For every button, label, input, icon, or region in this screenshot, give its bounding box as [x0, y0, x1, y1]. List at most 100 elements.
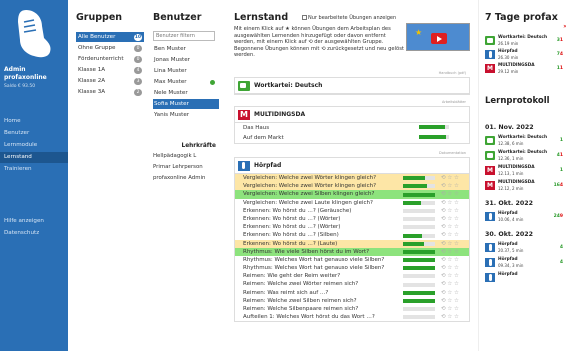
- user-filter-input[interactable]: [153, 31, 215, 41]
- exercise-actions[interactable]: ⟲ ☆ ☆: [441, 240, 459, 248]
- group-item[interactable]: Klasse 2A 3: [76, 76, 144, 86]
- exercise-row[interactable]: Reimen: Welche zwei Wörter reimen sich? ⟲…: [235, 280, 469, 288]
- exercise-actions[interactable]: ⟲ ☆ ☆: [441, 223, 459, 231]
- section-note-link[interactable]: Arbeitsblätter: [442, 100, 466, 104]
- entry-detail: 12.13, 1 min: [498, 170, 524, 176]
- progress-bar: [403, 249, 435, 254]
- user-item[interactable]: Yanis Muster: [153, 110, 219, 120]
- only-edited-checkbox[interactable]: Nur bearbeitete Übungen anzeigen: [302, 15, 396, 21]
- sidebar-item-hilfe[interactable]: Hilfe anzeigen: [0, 216, 68, 227]
- exercise-row[interactable]: Das Haus: [235, 123, 469, 133]
- exercise-actions[interactable]: ⟲ ☆ ☆: [441, 264, 459, 272]
- sidebar-item-benutzer[interactable]: Benutzer: [0, 128, 68, 139]
- sidebar-item-trainieren[interactable]: Trainieren: [0, 164, 68, 175]
- intro-video-thumbnail[interactable]: ★: [406, 23, 470, 51]
- protocol-entry[interactable]: Hörpfad 10.06, 4 min 249: [485, 211, 565, 226]
- exercise-row[interactable]: Vergleichen: Welche zwei Silben klingen …: [235, 190, 469, 199]
- exercise-row[interactable]: Rhythmus: Welches Wort hat genauso viele…: [235, 264, 469, 272]
- exercise-actions[interactable]: ⟲ ☆ ☆: [441, 248, 459, 256]
- exercise-actions[interactable]: ⟲ ☆ ☆: [441, 272, 459, 280]
- protocol-entry[interactable]: Hörpfad 09.34, 3 min 4: [485, 257, 565, 272]
- group-item[interactable]: Alle Benutzer 10: [76, 32, 144, 42]
- exercise-actions[interactable]: ⟲ ☆ ☆: [441, 305, 459, 313]
- sidebar-item-datenschutz[interactable]: Datenschutz: [0, 228, 68, 239]
- section-note-link[interactable]: Dokumentation: [439, 151, 466, 155]
- protocol-entry[interactable]: Wortkartei: Deutsch 12.38, 6 min 1: [485, 135, 565, 150]
- protocol-entry[interactable]: Wortkartei: Deutsch 26.19 min 31: [485, 35, 565, 50]
- section-title: MULTIDINGSDA: [254, 111, 306, 118]
- multidingsda-icon: M: [485, 64, 495, 73]
- exercise-actions[interactable]: ⟲ ☆ ☆: [441, 215, 459, 223]
- progress-bar: [403, 315, 435, 320]
- exercise-row[interactable]: Auf dem Markt: [235, 133, 469, 143]
- exercise-row[interactable]: Erkennen: Wo hörst du …? (Geräusche) ⟲ ☆ …: [235, 207, 469, 215]
- progress-bar-fill: [403, 233, 423, 238]
- exercise-actions[interactable]: ⟲ ☆ ☆: [441, 289, 459, 297]
- teacher-item[interactable]: Hellpädagogik L: [153, 153, 221, 159]
- user-item[interactable]: Sofia Muster: [153, 99, 219, 109]
- exercise-actions[interactable]: ⟲ ☆ ☆: [441, 190, 459, 198]
- hoerpfad-icon: [485, 50, 495, 59]
- group-item[interactable]: Klasse 3A 2: [76, 87, 144, 97]
- exercise-row[interactable]: Reimen: Wie geht der Reim weiter? ⟲ ☆ ☆: [235, 272, 469, 280]
- exercise-section: Hörpfad Dokumentation Vergleichen: Welche …: [234, 151, 470, 323]
- exercise-row[interactable]: Vergleichen: Welche zwei Laute klingen g…: [235, 199, 469, 207]
- exercise-row[interactable]: Reimen: Welche zwei Silben reimen sich? ⟲…: [235, 297, 469, 305]
- user-item[interactable]: Max Muster: [153, 77, 219, 87]
- exercise-row[interactable]: Erkennen: Wo hörst du …? (Silben) ⟲ ☆ ☆: [235, 231, 469, 239]
- group-label: Alle Benutzer: [78, 34, 116, 40]
- exercise-row[interactable]: Reimen: Welche Silbenpaare reimen sich? ⟲…: [235, 305, 469, 313]
- exercise-actions[interactable]: ⟲ ☆ ☆: [441, 256, 459, 264]
- sidebar-item-lernmodule[interactable]: Lernmodule: [0, 140, 68, 151]
- exercise-row[interactable]: Reimen: Was reimt sich auf …? ⟲ ☆ ☆: [235, 289, 469, 297]
- exercise-actions[interactable]: ⟲ ☆ ☆: [441, 199, 459, 207]
- exercise-actions[interactable]: ⟲ ☆ ☆: [441, 174, 459, 182]
- exercise-row[interactable]: Rhythmus: Welches Wort hat genauso viele…: [235, 256, 469, 264]
- exercise-actions[interactable]: ⟲ ☆ ☆: [441, 231, 459, 239]
- group-item[interactable]: Klasse 1A 4: [76, 65, 144, 75]
- entry-detail: 29.12 min: [498, 68, 519, 74]
- progress-bar-fill: [403, 290, 435, 295]
- protocol-entry[interactable]: Hörpfad 20.37, 5 min 4: [485, 242, 565, 257]
- exercise-row[interactable]: Rhythmus: Wie viele Silben hörst du im W…: [235, 247, 469, 256]
- protocol-entry[interactable]: M MULTIDINGSDA 12.12, 2 min 164: [485, 180, 565, 195]
- group-count-badge: 0: [134, 44, 142, 52]
- section-header[interactable]: Wortkartei: Deutsch Handbuch (pdf): [235, 71, 469, 94]
- section-note-link[interactable]: Handbuch (pdf): [439, 71, 466, 75]
- user-item[interactable]: Jonas Muster: [153, 55, 219, 65]
- section-header[interactable]: Hörpfad Dokumentation: [235, 151, 469, 174]
- entry-detail: 20.37, 5 min: [498, 247, 524, 253]
- checkbox-box[interactable]: [302, 15, 307, 20]
- exercise-row[interactable]: Aufteilen 1: Welches Wort hörst du das W…: [235, 313, 469, 321]
- exercise-row[interactable]: Erkennen: Wo hörst du …? (Wörter) ⟲ ☆ ☆: [235, 215, 469, 223]
- user-item[interactable]: Ben Muster: [153, 44, 219, 54]
- group-label: Förderunterricht: [78, 56, 124, 62]
- exercise-row[interactable]: Erkennen: Wo hörst du …? (Laute) ⟲ ☆ ☆: [235, 239, 469, 248]
- group-item[interactable]: Ohne Gruppe 0: [76, 43, 144, 53]
- protocol-entry[interactable]: Hörpfad: [485, 272, 565, 287]
- section-header[interactable]: M MULTIDINGSDA Arbeitsblätter: [235, 100, 469, 123]
- group-item[interactable]: Förderunterricht 0: [76, 54, 144, 64]
- protocol-entry[interactable]: Hörpfad 26.30 min 74: [485, 49, 565, 64]
- protocol-entry[interactable]: Wortkartei: Deutsch 12.36, 1 min 41: [485, 150, 565, 165]
- exercise-actions[interactable]: ⟲ ☆ ☆: [441, 280, 459, 288]
- protocol-entry[interactable]: M MULTIDINGSDA 29.12 min 11: [485, 63, 565, 78]
- user-item[interactable]: Nele Muster: [153, 88, 219, 98]
- teacher-item[interactable]: Primar Lehrperson: [153, 164, 221, 170]
- user-item[interactable]: Lina Muster: [153, 66, 219, 76]
- exercise-row[interactable]: Erkennen: Wo hörst du …? (Wörter) ⟲ ☆ ☆: [235, 223, 469, 231]
- exercise-actions[interactable]: ⟲ ☆ ☆: [441, 297, 459, 305]
- progress-bar: [419, 125, 449, 130]
- exercise-row[interactable]: Vergleichen: Welche zwei Wörter klingen …: [235, 174, 469, 183]
- sidebar-item-lernstand[interactable]: Lernstand: [0, 152, 68, 163]
- entry-title: MULTIDINGSDA: [498, 63, 535, 68]
- protocol-entry[interactable]: M MULTIDINGSDA 12.13, 1 min 1: [485, 165, 565, 180]
- sidebar-item-home[interactable]: Home: [0, 116, 68, 127]
- exercise-actions[interactable]: ⟲ ☆ ☆: [441, 207, 459, 215]
- score-wrong: 9: [559, 214, 563, 219]
- exercise-actions[interactable]: ⟲ ☆ ☆: [441, 182, 459, 190]
- progress-bar: [403, 184, 435, 189]
- exercise-actions[interactable]: ⟲ ☆ ☆: [441, 313, 459, 321]
- teacher-item[interactable]: profaxonline Admin: [153, 175, 221, 181]
- exercise-row[interactable]: Vergleichen: Welche zwei Wörter klingen …: [235, 182, 469, 191]
